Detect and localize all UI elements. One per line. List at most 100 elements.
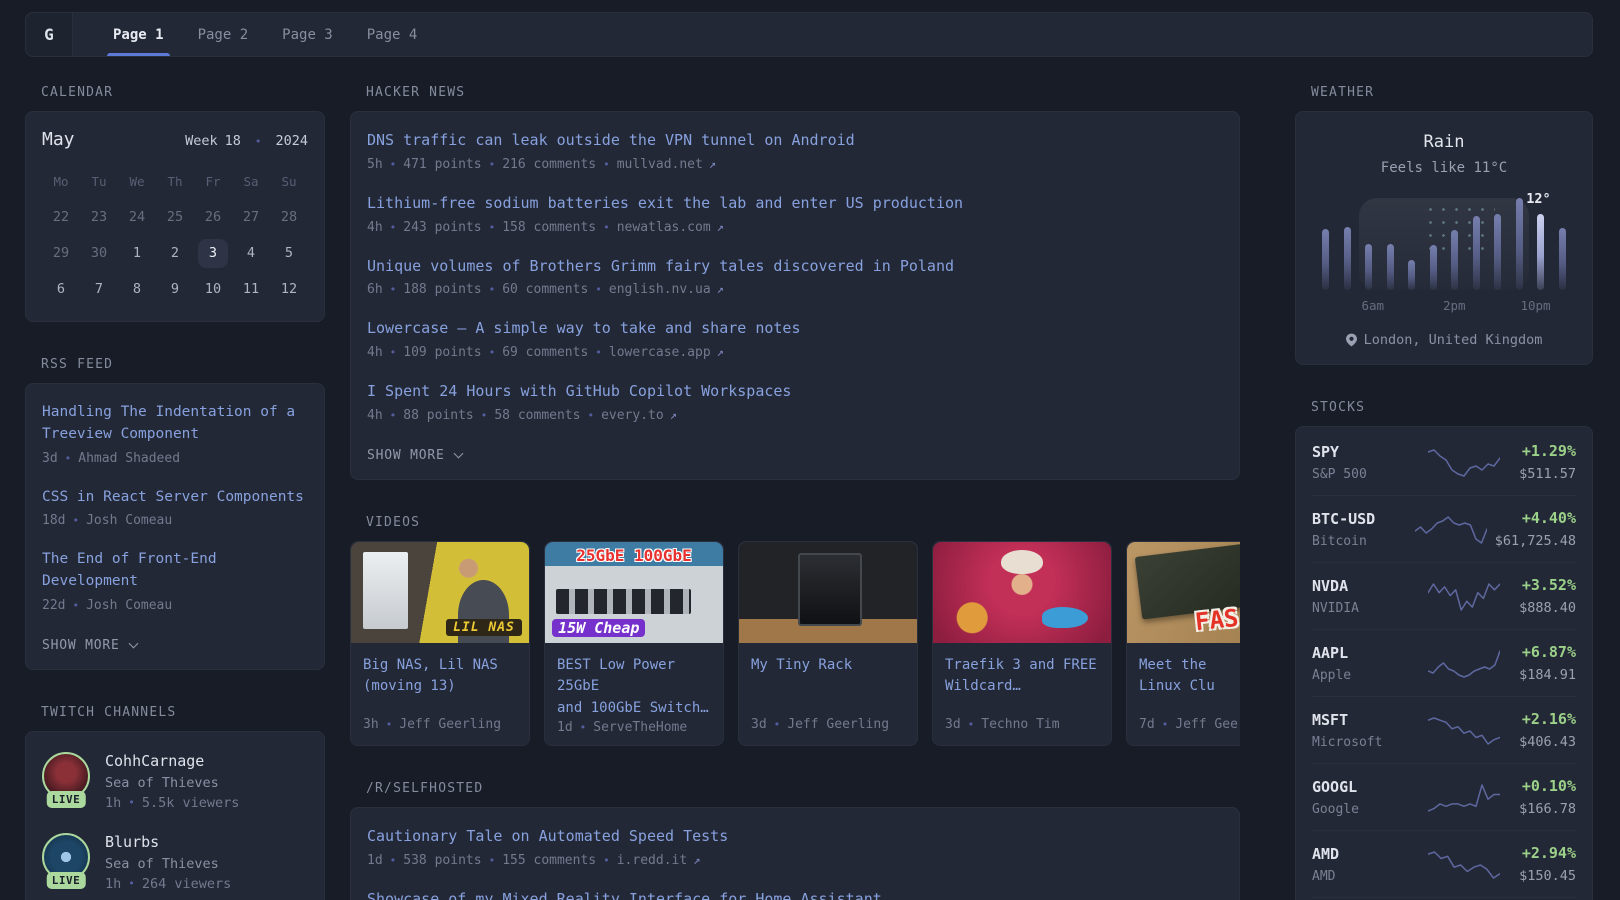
video-meta: 3h Jeff Geerling <box>363 717 517 732</box>
channel-game[interactable]: Sea of Thieves <box>105 856 231 872</box>
video-title-link[interactable]: My Tiny Rack <box>751 655 905 677</box>
calendar-day: 26 <box>194 200 232 235</box>
page-tab[interactable]: Page 1 <box>113 13 164 56</box>
weather-bar <box>1430 245 1437 290</box>
twitch-channel-row[interactable]: LIVE Blurbs Sea of Thieves 1h 264 viewer… <box>42 833 308 892</box>
hackernews-item: Lowercase – A simple way to take and sha… <box>367 318 1223 360</box>
calendar-weekday-label: Mo <box>42 168 80 199</box>
hackernews-item-link[interactable]: Lowercase – A simple way to take and sha… <box>367 318 1223 340</box>
video-channel[interactable]: Jeff Geerling <box>787 717 889 732</box>
twitch-card: LIVE CohhCarnage Sea of Thieves 1h 5.5k … <box>25 731 325 900</box>
stock-price: $166.78 <box>1519 801 1576 817</box>
hackernews-item-link[interactable]: Lithium-free sodium batteries exit the l… <box>367 193 1223 215</box>
separator-dot-icon <box>595 283 602 296</box>
weather-time-label: 10pm <box>1520 298 1550 313</box>
stock-sparkline <box>1408 512 1495 546</box>
channel-name[interactable]: CohhCarnage <box>105 752 239 770</box>
calendar-month: May <box>42 129 75 150</box>
hackernews-item-link[interactable]: DNS traffic can leak outside the VPN tun… <box>367 130 1223 152</box>
hackernews-show-more-button[interactable]: SHOW MORE <box>367 448 462 463</box>
item-domain-link[interactable]: newatlas.com <box>617 220 724 235</box>
video-card[interactable]: Traefik 3 and FREE Wildcard… 3d Techno T… <box>932 541 1112 746</box>
video-title-link[interactable]: Big NAS, Lil NAS (moving 13) <box>363 655 517 698</box>
reddit-item-meta: 1d 538 points 155 comments i.redd.it <box>367 853 1223 868</box>
video-card-body: My Tiny Rack 3d Jeff Geerling <box>739 643 917 745</box>
item-comments-link[interactable]: 216 comments <box>502 157 596 172</box>
stock-values: +0.10% $166.78 <box>1519 777 1576 817</box>
video-thumbnail[interactable]: 25GbE 100GbE 15W Cheap <box>545 542 723 643</box>
weather-location-text: London, United Kingdom <box>1364 332 1543 348</box>
video-title-link[interactable]: BEST Low Power 25GbE and 100GbE Switch… <box>557 655 711 720</box>
item-domain-link[interactable]: mullvad.net <box>617 157 716 172</box>
video-card[interactable]: 25GbE 100GbE 15W Cheap BEST Low Power 25… <box>544 541 724 746</box>
video-thumbnail[interactable] <box>739 542 917 643</box>
item-domain-link[interactable]: lowercase.app <box>609 345 724 360</box>
reddit-item-link[interactable]: Cautionary Tale on Automated Speed Tests <box>367 826 1223 848</box>
item-comments-link[interactable]: 69 comments <box>502 345 588 360</box>
rss-show-more-button[interactable]: SHOW MORE <box>42 638 137 653</box>
video-channel[interactable]: ServeTheHome <box>593 720 687 735</box>
rss-item-link[interactable]: CSS in React Server Components <box>42 487 308 509</box>
separator-dot-icon <box>603 854 610 867</box>
stock-row[interactable]: AMD AMD +2.94% $150.45 <box>1312 830 1576 897</box>
item-comments-link[interactable]: 60 comments <box>502 282 588 297</box>
video-thumbnail[interactable] <box>933 542 1111 643</box>
separator-dot-icon <box>390 854 397 867</box>
rss-item-link[interactable]: Handling The Indentation of a Treeview C… <box>42 402 308 446</box>
item-domain-link[interactable]: every.to <box>601 408 677 423</box>
stock-symbol: BTC-USD <box>1312 510 1408 528</box>
twitch-channel-row[interactable]: LIVE CohhCarnage Sea of Thieves 1h 5.5k … <box>42 752 308 811</box>
item-points: 109 points <box>403 345 481 360</box>
stock-name: S&P 500 <box>1312 467 1408 482</box>
stock-row[interactable]: SPY S&P 500 +1.29% $511.57 <box>1312 429 1576 495</box>
stock-row[interactable]: BTC-USD Bitcoin +4.40% $61,725.48 <box>1312 495 1576 562</box>
video-card[interactable]: FAS Meet the Linux Clu 7d Jeff Geerling <box>1126 541 1240 746</box>
stock-symbol: GOOGL <box>1312 778 1408 796</box>
video-thumbnail[interactable]: LIL NAS <box>351 542 529 643</box>
hackernews-item: I Spent 24 Hours with GitHub Copilot Wor… <box>367 381 1223 423</box>
calendar-day: 11 <box>232 272 270 307</box>
weather-time-labels: 6am2pm10pm <box>1322 298 1566 316</box>
calendar-weekday-label: We <box>118 168 156 199</box>
video-card[interactable]: My Tiny Rack 3d Jeff Geerling <box>738 541 918 746</box>
stock-row[interactable]: AAPL Apple +6.87% $184.91 <box>1312 629 1576 696</box>
video-title-link[interactable]: Meet the Linux Clu <box>1139 655 1240 698</box>
calendar-day: 4 <box>232 236 270 271</box>
item-comments-link[interactable]: 58 comments <box>494 408 580 423</box>
item-domain-link[interactable]: english.nv.ua <box>609 282 724 297</box>
weather-bar <box>1559 228 1566 290</box>
stock-identity: AAPL Apple <box>1312 644 1408 683</box>
live-badge: LIVE <box>47 791 86 808</box>
page-tab[interactable]: Page 4 <box>367 13 418 56</box>
video-channel[interactable]: Jeff Geerling <box>399 717 501 732</box>
item-comments-link[interactable]: 158 comments <box>502 220 596 235</box>
channel-name[interactable]: Blurbs <box>105 833 231 851</box>
left-column: CALENDAR May Week 18 2024 MoTuWeThFrSaSu <box>25 85 325 900</box>
item-comments-link[interactable]: 155 comments <box>502 853 596 868</box>
separator-dot-icon <box>128 796 135 809</box>
hackernews-item-link[interactable]: I Spent 24 Hours with GitHub Copilot Wor… <box>367 381 1223 403</box>
video-thumbnail[interactable]: FAS <box>1127 542 1240 643</box>
video-channel[interactable]: Techno Tim <box>981 717 1059 732</box>
chevron-down-icon <box>128 638 138 648</box>
page-tab[interactable]: Page 2 <box>198 13 249 56</box>
twitch-avatar-wrap: LIVE <box>42 752 90 800</box>
hackernews-item: Unique volumes of Brothers Grimm fairy t… <box>367 256 1223 298</box>
item-domain-link[interactable]: i.redd.it <box>617 853 701 868</box>
separator-dot-icon <box>386 718 393 731</box>
calendar-day: 1 <box>118 236 156 271</box>
channel-game[interactable]: Sea of Thieves <box>105 775 239 791</box>
separator-dot-icon <box>390 221 397 234</box>
stock-row[interactable]: NVDA NVIDIA +3.52% $888.40 <box>1312 562 1576 629</box>
page-tab[interactable]: Page 3 <box>282 13 333 56</box>
video-title-link[interactable]: Traefik 3 and FREE Wildcard… <box>945 655 1099 698</box>
app-logo[interactable]: G <box>26 13 73 56</box>
video-channel[interactable]: Jeff Geerling <box>1175 717 1240 732</box>
reddit-item-link[interactable]: Showcase of my Mixed Reality Interface f… <box>367 889 1223 900</box>
video-card[interactable]: LIL NAS Big NAS, Lil NAS (moving 13) 3h … <box>350 541 530 746</box>
stock-row[interactable]: MSFT Microsoft +2.16% $406.43 <box>1312 696 1576 763</box>
stock-change-percent: +3.52% <box>1519 576 1576 594</box>
rss-item-link[interactable]: The End of Front-End Development <box>42 549 308 593</box>
stock-row[interactable]: GOOGL Google +0.10% $166.78 <box>1312 763 1576 830</box>
hackernews-item-link[interactable]: Unique volumes of Brothers Grimm fairy t… <box>367 256 1223 278</box>
